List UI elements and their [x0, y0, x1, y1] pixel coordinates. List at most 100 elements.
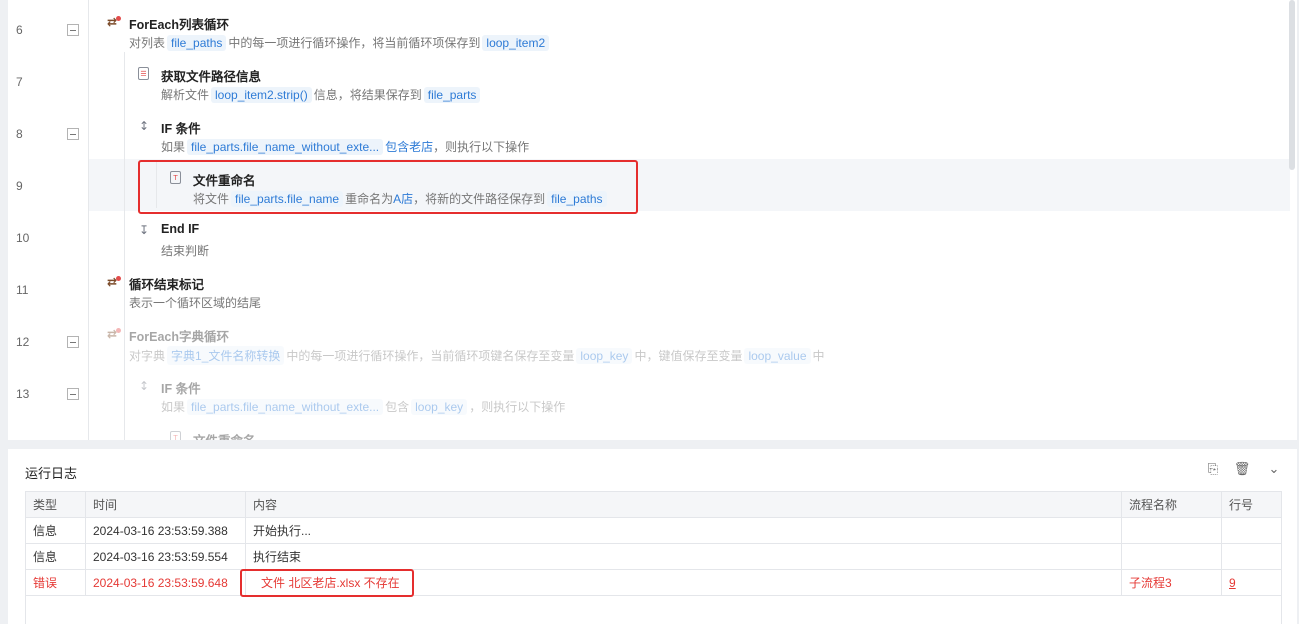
log-type-text: 错误	[33, 576, 58, 590]
variable-chip: loop_value	[744, 348, 811, 364]
loop-end-icon: ⇄	[104, 274, 121, 290]
step-title: 循环结束标记	[129, 278, 205, 292]
log-row[interactable]: 信息 2024-03-16 23:53:59.388 开始执行...	[25, 517, 1282, 544]
flow-step[interactable]: T 文件重命名	[168, 419, 1268, 440]
log-content: 开始执行...	[245, 517, 1122, 544]
end-if-icon: ↧	[138, 223, 150, 237]
flow-step-row[interactable]: T 文件重命名	[8, 419, 1290, 440]
log-row[interactable]: 信息 2024-03-16 23:53:59.554 执行结束	[25, 543, 1282, 570]
log-type-text: 信息	[33, 550, 58, 564]
desc-text: 解析文件	[161, 88, 210, 102]
log-time-text: 2024-03-16 23:53:59.388	[93, 523, 228, 538]
value-text: 包含老店	[385, 140, 434, 154]
desc-text: 信息，将结果保存到	[313, 88, 422, 102]
flow-editor: 6 ⇄ ForEach列表循环 对列表 file_paths 中的每一项进行循环操作，将当…	[8, 0, 1297, 440]
fold-toggle-icon[interactable]	[67, 336, 79, 348]
desc-text: ，则执行以下操作	[469, 400, 566, 414]
log-content-text: 执行结束	[253, 550, 302, 564]
flow-step-row[interactable]: 10 ↧ End IF 结束判断	[8, 211, 1290, 263]
step-description: 如果 file_parts.file_name_without_exte... 包含…	[161, 398, 565, 415]
desc-text: 对列表	[129, 36, 166, 50]
variable-chip: file_parts	[423, 87, 481, 103]
line-number: 13	[16, 387, 30, 401]
variable-chip: loop_key	[411, 399, 468, 415]
log-time: 2024-03-16 23:53:59.554	[85, 543, 246, 570]
log-flow-name-text: 子流程3	[1129, 576, 1172, 590]
chevron-down-icon[interactable]: ⌄	[1266, 461, 1282, 477]
line-number: 6	[16, 23, 23, 37]
flow-step[interactable]: ⇄ ForEach字典循环对字典 字典1_文件名称转换 中的每一项进行循环操作，当前循…	[104, 315, 1204, 367]
step-description: 对列表 file_paths 中的每一项进行循环操作，将当前循环项保存到 loop_i…	[129, 34, 551, 51]
step-title: End IF	[161, 222, 200, 236]
fold-toggle-icon[interactable]	[67, 24, 79, 36]
col-line-no: 行号	[1221, 491, 1282, 518]
flow-step[interactable]: ☰ 获取文件路径信息 解析文件 loop_item2.strip() 信息，将结果保存到…	[136, 55, 1236, 107]
log-table: 类型 时间 内容 流程名称 行号 信息 2024-03-16 23:53:59.3…	[25, 491, 1282, 596]
desc-text: 表示一个循环区域的结尾	[129, 296, 262, 310]
log-type: 信息	[25, 543, 86, 570]
col-content: 内容	[245, 491, 1122, 518]
variable-chip: loop_item2.strip()	[211, 87, 312, 103]
line-number: 11	[16, 283, 29, 297]
flow-step[interactable]: ↕ IF 条件 如果 file_parts.file_name_without_ext…	[136, 107, 1236, 159]
log-line-no	[1221, 543, 1282, 570]
line-number: 12	[16, 335, 30, 349]
log-line-no-text: 9	[1229, 575, 1236, 590]
highlight-annotation-error	[240, 569, 414, 597]
col-type: 类型	[25, 491, 86, 518]
log-table-header: 类型 时间 内容 流程名称 行号	[25, 491, 1282, 518]
line-number: 7	[16, 75, 23, 89]
dict-loop-icon: ⇄	[104, 326, 121, 342]
step-description: 对字典 字典1_文件名称转换 中的每一项进行循环操作，当前循环项键名保存至变量 loo…	[129, 346, 825, 365]
flow-step-row[interactable]: 6 ⇄ ForEach列表循环 对列表 file_paths 中的每一项进行循环操作，将当…	[8, 3, 1290, 55]
log-flow-name[interactable]: 子流程3	[1121, 569, 1222, 596]
export-icon[interactable]: ⎘	[1205, 461, 1221, 477]
col-time: 时间	[85, 491, 246, 518]
log-time-text: 2024-03-16 23:53:59.554	[93, 549, 228, 564]
log-row[interactable]: 错误 2024-03-16 23:53:59.648 文件 北区老店.xlsx 不存…	[25, 569, 1282, 596]
flow-step-row[interactable]: 11 ⇄ 循环结束标记表示一个循环区域的结尾	[8, 263, 1290, 315]
desc-text: 对字典	[129, 349, 166, 363]
flow-step[interactable]: ⇄ 循环结束标记表示一个循环区域的结尾	[104, 263, 1204, 315]
log-type: 错误	[25, 569, 86, 596]
flow-step-row[interactable]: 12 ⇄ ForEach字典循环对字典 字典1_文件名称转换 中的每一项进行循环操作，当…	[8, 315, 1290, 367]
variable-chip: loop_key	[576, 348, 633, 364]
step-description: 表示一个循环区域的结尾	[129, 294, 261, 311]
flow-step[interactable]: ↧ End IF 结束判断	[136, 211, 1236, 263]
log-content-text: 开始执行...	[253, 524, 312, 538]
vertical-scrollbar[interactable]	[1289, 0, 1295, 170]
flow-step-row[interactable]: 8 ↕ IF 条件 如果 file_parts.file_name_without_ex…	[8, 107, 1290, 159]
line-number: 10	[16, 231, 30, 245]
gutter-divider	[88, 0, 89, 440]
highlight-annotation-step	[138, 160, 638, 214]
fold-toggle-icon[interactable]	[67, 388, 79, 400]
flow-step[interactable]: ↕ IF 条件如果 file_parts.file_name_without_ext…	[136, 367, 1236, 419]
log-table-empty-area	[25, 595, 1282, 624]
step-title: 文件重命名	[193, 430, 256, 440]
indent-guide	[124, 52, 125, 440]
step-title: IF 条件	[161, 382, 201, 396]
desc-text: 中	[812, 349, 825, 363]
flow-step-row[interactable]: 13 ↕ IF 条件如果 file_parts.file_name_without_e…	[8, 367, 1290, 419]
fold-toggle-icon[interactable]	[67, 128, 79, 140]
step-description: 结束判断	[161, 242, 209, 259]
step-title: 获取文件路径信息	[161, 70, 262, 84]
trash-icon[interactable]: 🗑	[1234, 461, 1251, 477]
variable-chip: file_paths	[167, 35, 227, 51]
rename-file-icon: T	[170, 431, 181, 440]
if-condition-icon: ↕	[138, 379, 150, 393]
step-description: 如果 file_parts.file_name_without_exte... 包含…	[161, 138, 529, 155]
flow-step-row[interactable]: 7 ☰ 获取文件路径信息 解析文件 loop_item2.strip() 信息，将结果保存…	[8, 55, 1290, 107]
log-flow-name	[1121, 517, 1222, 544]
if-condition-icon: ↕	[138, 119, 150, 133]
log-content: 执行结束	[245, 543, 1122, 570]
desc-text: 中，键值保存至变量	[634, 349, 743, 363]
flow-step[interactable]: ⇄ ForEach列表循环 对列表 file_paths 中的每一项进行循环操作，将当前…	[104, 3, 1204, 55]
log-type-text: 信息	[33, 524, 58, 538]
step-title: ForEach字典循环	[129, 330, 230, 344]
log-time-text: 2024-03-16 23:53:59.648	[93, 575, 228, 590]
log-time: 2024-03-16 23:53:59.648	[85, 569, 246, 596]
desc-text: ，则执行以下操作	[433, 140, 530, 154]
log-line-no[interactable]: 9	[1221, 569, 1282, 596]
variable-chip: loop_item2	[482, 35, 550, 51]
